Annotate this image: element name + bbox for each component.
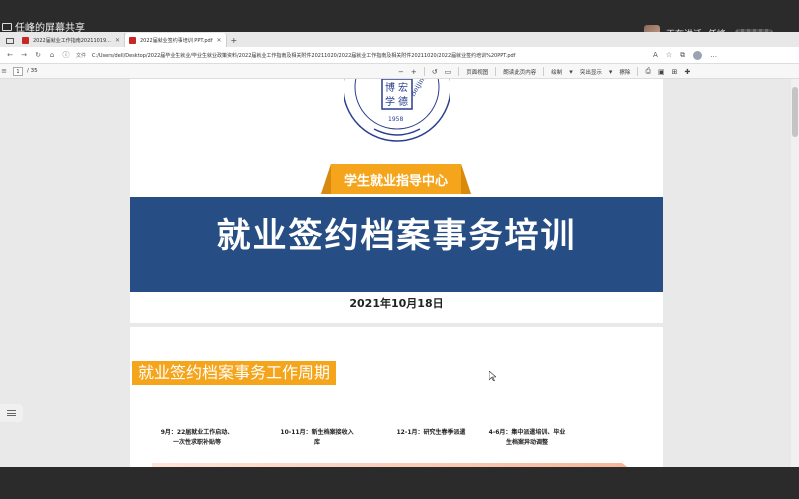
zoom-in-icon[interactable]: + <box>411 68 417 76</box>
info-icon: ⓘ <box>62 51 70 59</box>
pin-toolbar-icon[interactable]: ✚ <box>684 68 690 76</box>
page-total: / 35 <box>27 68 38 74</box>
close-icon[interactable]: ✕ <box>217 37 222 44</box>
toolbar-divider <box>637 67 639 76</box>
screen-share-icon <box>2 22 12 31</box>
side-panel-toggle[interactable] <box>0 404 23 422</box>
toc-icon[interactable]: ≡ <box>0 67 8 75</box>
mouse-cursor-icon <box>489 371 496 381</box>
section-heading: 就业签约档案事务工作周期 <box>132 361 337 385</box>
slide-page-1: Beijing U... Technology 博 学 宏 德 1958 学生就… <box>130 79 663 323</box>
vertical-scrollbar[interactable] <box>791 79 799 467</box>
chevron-down-icon[interactable]: ▾ <box>609 68 613 76</box>
pdf-tools: − + ↺ ▭ 页面视图 朗读此页内容 绘制 ▾ 突出显示 ▾ 擦除 ⎙ ▣ ⊞… <box>398 64 690 79</box>
save-as-icon[interactable]: ⊞ <box>672 68 678 76</box>
highlight-button[interactable]: 突出显示 <box>580 68 602 76</box>
share-label: 任峰的屏幕共享 <box>15 23 85 34</box>
milestone-item: 12-1月：研究生春季派遣 <box>396 429 466 436</box>
refresh-icon[interactable]: ↻ <box>34 51 42 59</box>
draw-button[interactable]: 绘制 <box>551 68 562 76</box>
page-view-button[interactable]: 页面视图 <box>466 68 488 76</box>
pdf-toolbar: ≡ 1 / 35 − + ↺ ▭ 页面视图 朗读此页内容 绘制 ▾ 突出显示 ▾… <box>0 64 799 79</box>
new-tab-button[interactable]: + <box>227 33 242 47</box>
svg-text:1958: 1958 <box>388 116 403 123</box>
zoom-out-icon[interactable]: − <box>398 68 404 76</box>
milestone-item: 9月：22届就业工作启动、一次性求职补贴等 <box>160 429 234 446</box>
save-icon[interactable]: ▣ <box>658 68 665 76</box>
hamburger-icon <box>7 410 16 416</box>
browser-window: 2022届就业工作指南20211019... ✕ 2022届就业签约事培训 PP… <box>0 32 799 467</box>
toolbar-divider <box>458 67 460 76</box>
screen-share-indicator: 任峰的屏幕共享 <box>2 19 85 34</box>
slide-page-2: 就业签约档案事务工作周期 9月：22届就业工作启动、一次性求职补贴等 10-11… <box>130 327 663 467</box>
tab-title: 2022届就业签约事培训 PPT.pdf <box>139 37 213 44</box>
profile-avatar[interactable] <box>693 50 703 60</box>
favorite-star-icon[interactable]: ☆ <box>666 51 672 60</box>
url-field[interactable]: C:/Users/dell/Desktop/2022届毕业生就业/毕业生就业政策… <box>92 52 607 59</box>
seal-text: Beijing U... Technology <box>409 79 450 98</box>
svg-text:德: 德 <box>398 95 408 108</box>
meeting-bottom-bar <box>0 467 799 499</box>
tab-strip: 2022届就业工作指南20211019... ✕ 2022届就业签约事培训 PP… <box>0 32 799 47</box>
milestone-item: 4-6月：集中派遣培训、毕业生档案异动调整 <box>488 429 566 446</box>
svg-text:博: 博 <box>385 81 395 94</box>
collections-icon[interactable]: ⧉ <box>680 51 685 60</box>
tab-title: 2022届就业工作指南20211019... <box>33 37 111 44</box>
read-aloud-icon[interactable]: A <box>653 51 658 60</box>
home-icon[interactable]: ⌂ <box>48 51 56 59</box>
tab-guide-pdf[interactable]: 2022届就业工作指南20211019... ✕ <box>18 33 125 47</box>
address-bar-actions: A ☆ ⧉ … <box>653 50 717 60</box>
file-scheme-label: 文件 <box>76 52 87 59</box>
pdf-icon <box>128 36 136 44</box>
read-aloud-button[interactable]: 朗读此页内容 <box>503 68 536 76</box>
toolbar-divider <box>423 67 425 76</box>
screen: 正在讲话: 任峰; 2022届就业工作指南20211019... ✕ 2022届… <box>0 0 799 499</box>
milestone-item: 10-11月：新生档案接收入库 <box>280 429 354 446</box>
slide-date: 2021年10月18日 <box>349 297 444 310</box>
print-icon[interactable]: ⎙ <box>645 67 651 76</box>
svg-text:学: 学 <box>385 95 395 108</box>
address-bar: ← → ↻ ⌂ ⓘ 文件 C:/Users/dell/Desktop/2022届… <box>0 47 799 64</box>
pdf-viewer[interactable]: Beijing U... Technology 博 学 宏 德 1958 学生就… <box>0 79 799 467</box>
ribbon-label: 学生就业指导中心 <box>343 174 448 189</box>
chevron-down-icon[interactable]: ▾ <box>569 68 573 76</box>
scrollbar-thumb[interactable] <box>792 87 798 137</box>
rotate-icon[interactable]: ↺ <box>432 68 438 76</box>
fit-page-icon[interactable]: ▭ <box>445 68 452 76</box>
toolbar-divider <box>543 67 545 76</box>
slide-title: 就业签约档案事务培训 <box>216 216 577 256</box>
more-menu-icon[interactable]: … <box>710 51 717 60</box>
tab-training-pdf[interactable]: 2022届就业签约事培训 PPT.pdf ✕ <box>124 33 227 47</box>
back-arrow-icon[interactable]: ← <box>6 51 14 59</box>
close-icon[interactable]: ✕ <box>115 37 120 44</box>
pdf-icon <box>22 36 29 44</box>
window-menu-icon[interactable] <box>6 38 14 44</box>
university-seal-logo: Beijing U... Technology 博 学 宏 德 1958 <box>344 79 450 142</box>
page-number-input[interactable]: 1 <box>13 66 23 76</box>
svg-text:宏: 宏 <box>398 81 408 94</box>
forward-arrow-icon[interactable]: → <box>20 51 28 59</box>
erase-button[interactable]: 擦除 <box>619 68 630 76</box>
toolbar-divider <box>495 67 497 76</box>
